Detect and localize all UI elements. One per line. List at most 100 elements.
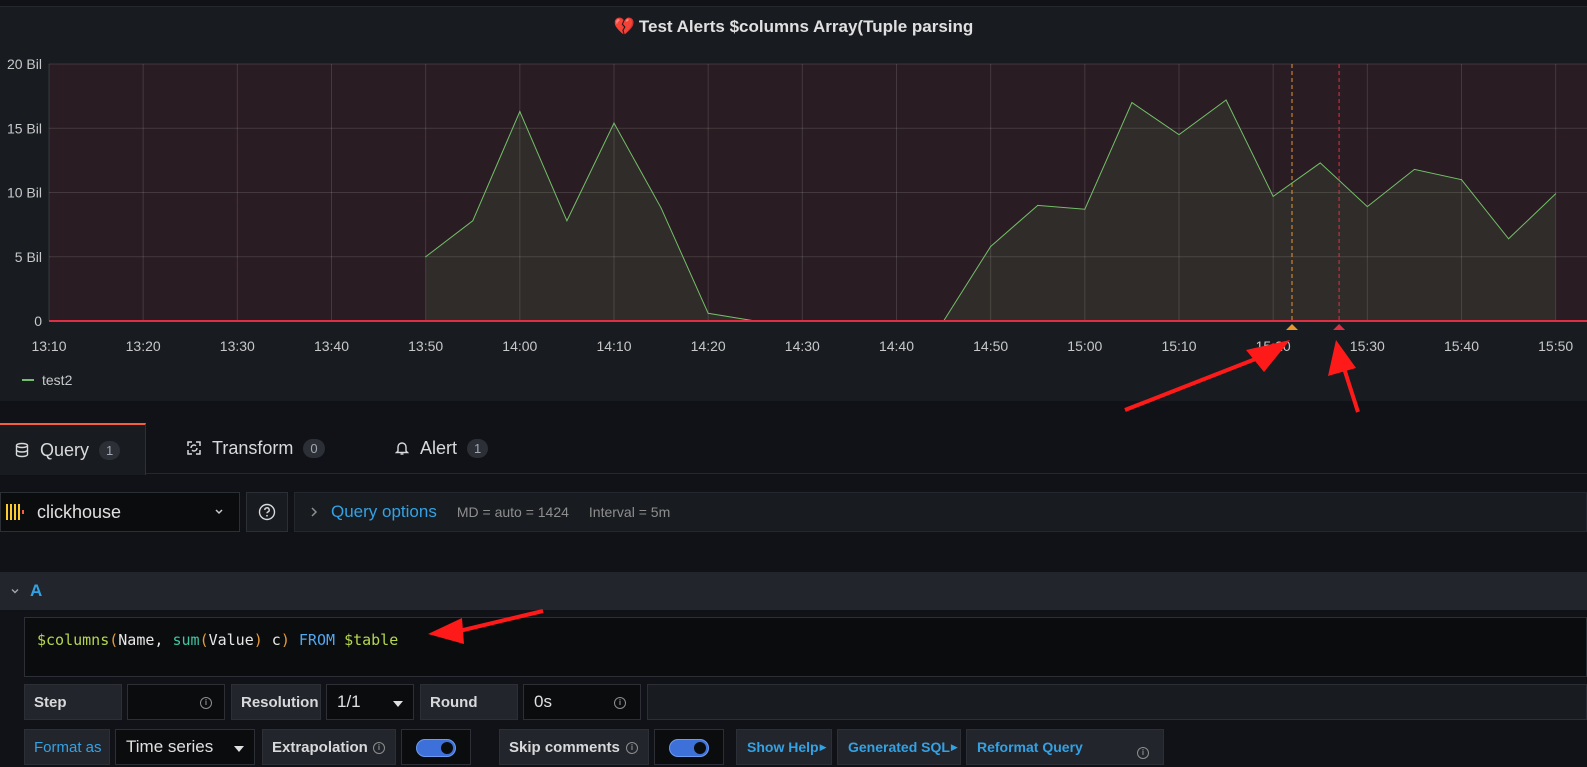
caret-down-icon	[393, 701, 403, 707]
skip-comments-toggle[interactable]	[669, 739, 709, 757]
x-tick-label: 15:50	[1538, 338, 1573, 354]
x-tick-label: 13:40	[314, 338, 349, 354]
x-tick-label: 13:10	[31, 338, 66, 354]
time-series-chart: 0 5 Bil 10 Bil 15 Bil 20 Bil 13:10 13:20 13:30 1…	[7, 56, 1587, 354]
clickhouse-logo-icon	[6, 504, 24, 520]
resolution-select[interactable]: 1/1	[326, 684, 414, 720]
max-data-points-info: MD = auto = 1424	[456, 504, 569, 520]
data-point	[1319, 162, 1321, 164]
broken-heart-icon: 💔	[613, 17, 635, 36]
extrapolation-info-icon[interactable]: i	[373, 742, 385, 754]
round-info-icon[interactable]: i	[614, 697, 626, 709]
data-point	[566, 220, 568, 222]
editor-tabs: Query 1 Transform 0 Alert 1	[0, 423, 1587, 475]
x-tick-label: 15:40	[1444, 338, 1479, 354]
y-tick-label: 5 Bil	[15, 249, 42, 265]
step-input[interactable]: i	[127, 684, 225, 720]
data-point	[707, 312, 709, 314]
tab-transform-label: Transform	[212, 437, 294, 458]
format-as-select[interactable]: Time series	[115, 729, 255, 765]
x-tick-label: 15:20	[1256, 338, 1291, 354]
datasource-help-button[interactable]	[246, 492, 288, 532]
graph-panel: 0 5 Bil 10 Bil 15 Bil 20 Bil 13:10 13:20 13:30 1…	[0, 6, 1587, 401]
legend-label: test2	[42, 372, 73, 388]
round-value: 0s	[534, 692, 552, 711]
y-tick-label: 20 Bil	[7, 56, 42, 72]
x-tick-label: 13:50	[408, 338, 443, 354]
question-circle-icon	[258, 503, 276, 521]
sql-query-editor[interactable]: $columns(Name, sum(Value) c) FROM $table	[24, 617, 1587, 677]
data-point	[1037, 204, 1039, 206]
sql-token: (	[199, 631, 209, 649]
sql-token: $columns	[37, 631, 110, 649]
reformat-info-icon[interactable]: i	[1137, 747, 1149, 759]
extrapolation-toggle[interactable]	[416, 739, 456, 757]
tab-query-count: 1	[99, 440, 121, 460]
reformat-query-label: Reformat Query	[977, 739, 1083, 755]
tab-alert[interactable]: Alert 1	[394, 423, 489, 473]
y-tick-label: 0	[34, 313, 42, 329]
tab-alert-count: 1	[467, 438, 489, 458]
x-tick-label: 15:30	[1350, 338, 1385, 354]
show-help-button[interactable]: Show Help ▶	[736, 729, 832, 765]
query-ref-id: A	[30, 581, 43, 600]
sql-token: )	[280, 631, 290, 649]
collapse-chevron-icon[interactable]	[10, 586, 20, 596]
y-tick-label: 15 Bil	[7, 120, 42, 136]
extrapolation-label: Extrapolation i	[262, 729, 396, 765]
tab-transform[interactable]: Transform 0	[186, 423, 325, 473]
data-point	[613, 122, 615, 124]
data-point	[1508, 238, 1510, 240]
data-point	[472, 220, 474, 222]
x-tick-label: 15:00	[1067, 338, 1102, 354]
x-tick-label: 14:00	[502, 338, 537, 354]
extrapolation-toggle-box	[401, 729, 471, 765]
format-as-label: Format as	[24, 729, 110, 765]
data-point	[1272, 195, 1274, 197]
panel-title[interactable]: 💔 Test Alerts $columns Array(Tuple parsin…	[0, 17, 1587, 37]
skip-comments-info-icon[interactable]: i	[626, 742, 638, 754]
data-point	[1084, 208, 1086, 210]
x-tick-label: 15:10	[1161, 338, 1196, 354]
caret-down-icon	[234, 746, 244, 752]
query-options-bar[interactable]: Query options MD = auto = 1424 Interval …	[294, 492, 1587, 532]
x-tick-label: 14:10	[596, 338, 631, 354]
tab-transform-count: 0	[303, 438, 325, 458]
round-input[interactable]: 0s i	[523, 684, 641, 720]
legend-swatch	[22, 379, 34, 381]
database-icon	[15, 442, 29, 458]
options-row-filler	[647, 684, 1587, 720]
generated-sql-button[interactable]: Generated SQL ▶	[837, 729, 961, 765]
format-as-label-text: Format as	[34, 738, 102, 756]
y-tick-label: 10 Bil	[7, 185, 42, 201]
data-point	[1225, 99, 1227, 101]
data-point	[425, 256, 427, 258]
caret-right-icon: ▶	[819, 741, 827, 752]
tab-query-label: Query	[40, 439, 90, 460]
legend-item[interactable]: test2	[22, 372, 72, 388]
interval-info: Interval = 5m	[588, 504, 671, 520]
resolution-label: Resolution	[231, 684, 321, 720]
sql-token: Name,	[118, 631, 173, 649]
tab-query[interactable]: Query 1	[0, 423, 146, 475]
data-point	[660, 207, 662, 209]
x-tick-label: 14:20	[691, 338, 726, 354]
datasource-row: clickhouse Query options MD = auto = 142…	[0, 492, 1587, 532]
query-row-header[interactable]: A	[0, 572, 1587, 610]
data-point	[1366, 206, 1368, 208]
format-as-value: Time series	[126, 737, 214, 756]
data-point	[1413, 168, 1415, 170]
caret-right-icon: ▶	[950, 741, 958, 752]
step-info-icon[interactable]: i	[200, 697, 212, 709]
sql-token: FROM	[289, 631, 345, 649]
round-label-text: Round	[430, 693, 478, 711]
data-point	[1555, 193, 1557, 195]
generated-sql-label: Generated SQL	[848, 739, 950, 755]
datasource-picker[interactable]: clickhouse	[0, 492, 240, 532]
resolution-label-text: Resolution	[241, 693, 319, 711]
reformat-query-button[interactable]: Reformat Query i	[966, 729, 1164, 765]
data-point	[990, 245, 992, 247]
sql-token: Value	[208, 631, 254, 649]
extrapolation-label-text: Extrapolation	[272, 738, 368, 756]
tab-alert-label: Alert	[420, 437, 458, 458]
